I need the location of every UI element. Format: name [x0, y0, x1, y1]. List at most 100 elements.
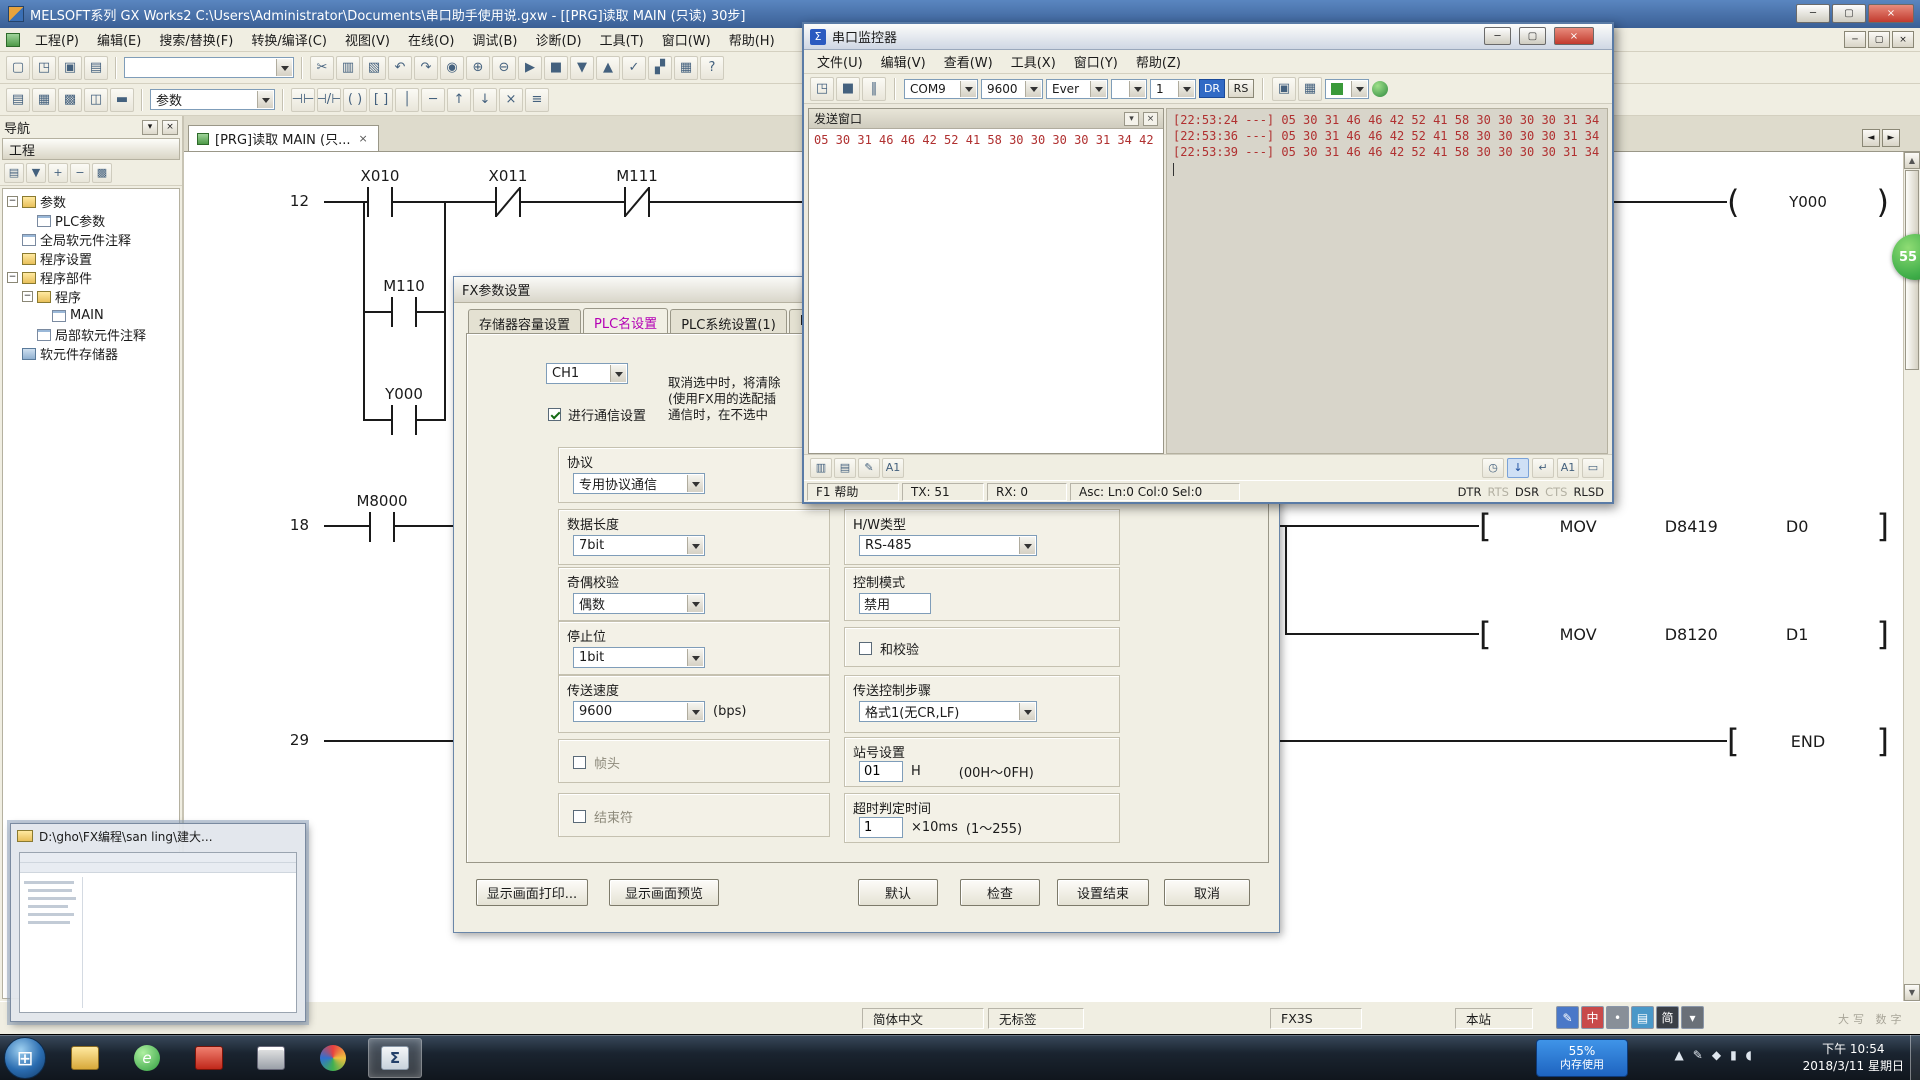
window-list-icon[interactable]: ▦ — [674, 56, 698, 80]
contact-x010[interactable]: X010 — [367, 187, 393, 217]
menu-item[interactable]: 帮助(H) — [720, 27, 784, 52]
coil-icon[interactable]: ( ) — [343, 88, 367, 112]
chevron-down-icon[interactable] — [276, 59, 292, 76]
baud-combo[interactable]: 9600 — [981, 79, 1043, 99]
monitor-stop-icon[interactable]: ■ — [544, 56, 568, 80]
tree-item-program-setting[interactable]: 程序设置 — [3, 249, 179, 268]
communication-setting-checkbox[interactable] — [548, 408, 561, 421]
close-tab-icon[interactable]: × — [357, 132, 370, 145]
serial-menu-item[interactable]: 文件(U) — [808, 49, 872, 74]
rs-toggle-button[interactable]: RS — [1228, 79, 1254, 98]
mdi-restore-button[interactable]: ▢ — [1868, 31, 1890, 48]
channel-combo[interactable]: CH1 — [546, 363, 628, 384]
chevron-down-icon[interactable] — [1178, 81, 1194, 97]
serial-menu-item[interactable]: 查看(W) — [935, 49, 1002, 74]
menu-item[interactable]: 调试(B) — [463, 27, 526, 52]
cut-icon[interactable]: ✂ — [310, 56, 334, 80]
copy-icon[interactable]: ▥ — [336, 56, 360, 80]
finish-setting-button[interactable]: 设置结束 — [1057, 879, 1149, 906]
nav-options-icon[interactable]: ▩ — [92, 163, 112, 183]
volume-tray-icon[interactable]: ◖ — [1746, 1048, 1752, 1062]
ime-mode-icon[interactable]: • — [1606, 1006, 1629, 1029]
check-button[interactable]: 检查 — [960, 879, 1040, 906]
print-screen-button[interactable]: 显示画面打印... — [476, 879, 588, 906]
application-instruction-icon[interactable]: [ ] — [369, 88, 393, 112]
collapse-icon[interactable]: − — [7, 272, 18, 283]
timestamp-icon[interactable]: ◷ — [1482, 458, 1504, 478]
instruction-mov-d8419[interactable]: [ MOV D8419 D0 ] — [1479, 509, 1889, 543]
pen-tray-icon[interactable]: ✎ — [1693, 1048, 1703, 1062]
contact-m110[interactable]: M110 — [391, 297, 417, 327]
watch-window-icon[interactable]: ▩ — [58, 88, 82, 112]
pin-icon[interactable]: ▾ — [142, 120, 158, 135]
closed-contact-icon[interactable]: ⊣/⊢ — [317, 88, 341, 112]
serial-menu-item[interactable]: 编辑(V) — [872, 49, 935, 74]
chevron-down-icon[interactable] — [257, 91, 273, 108]
ime-keyboard-icon[interactable]: ▤ — [1631, 1006, 1654, 1029]
hidden-icons-button[interactable]: ▲ — [1675, 1048, 1684, 1062]
preview-thumbnail[interactable] — [19, 852, 297, 1013]
menu-item[interactable]: 诊断(D) — [526, 27, 590, 52]
tree-item-program[interactable]: − 程序 — [3, 287, 179, 306]
ime-simplified-icon[interactable]: 简 — [1656, 1006, 1679, 1029]
receive-area[interactable]: [22:53:24 ---] 05 30 31 46 46 42 52 41 5… — [1166, 108, 1608, 454]
contact-y000[interactable]: Y000 — [391, 405, 417, 435]
zoom-in-icon[interactable]: ⊕ — [466, 56, 490, 80]
tab-scroll-right-icon[interactable]: ► — [1882, 129, 1900, 147]
mdi-minimize-button[interactable]: ─ — [1844, 31, 1866, 48]
save-project-icon[interactable]: ▣ — [58, 56, 82, 80]
paste-icon[interactable]: ▧ — [362, 56, 386, 80]
serial-menu-item[interactable]: 工具(X) — [1002, 49, 1065, 74]
scroll-up-icon[interactable]: ▲ — [1904, 152, 1920, 169]
count-combo[interactable]: 1 — [1150, 79, 1196, 99]
redo-icon[interactable]: ↷ — [414, 56, 438, 80]
chevron-down-icon[interactable] — [610, 365, 626, 382]
chevron-down-icon[interactable] — [687, 475, 703, 492]
ime-pen-icon[interactable]: ✎ — [1556, 1006, 1579, 1029]
chevron-down-icon[interactable] — [687, 649, 703, 666]
open-project-icon[interactable]: ◳ — [32, 56, 56, 80]
undo-icon[interactable]: ↶ — [388, 56, 412, 80]
statement-icon[interactable]: ≡ — [525, 88, 549, 112]
menu-item[interactable]: 在线(O) — [399, 27, 463, 52]
menu-item[interactable]: 视图(V) — [336, 27, 399, 52]
serial-minimize-button[interactable]: ─ — [1484, 27, 1511, 45]
help-icon[interactable]: ? — [700, 56, 724, 80]
tree-item-pou[interactable]: − 程序部件 — [3, 268, 179, 287]
safety-tray-icon[interactable]: ◆ — [1712, 1048, 1721, 1062]
write-plc-icon[interactable]: ▲ — [596, 56, 620, 80]
menu-item[interactable]: 搜索/替换(F) — [150, 27, 242, 52]
menu-item[interactable]: 转换/编译(C) — [242, 27, 336, 52]
rising-pulse-icon[interactable]: ↑ — [447, 88, 471, 112]
vertical-line-icon[interactable]: │ — [395, 88, 419, 112]
browser-app-button[interactable]: e — [120, 1038, 174, 1078]
color-combo[interactable] — [1325, 79, 1369, 99]
start-button[interactable]: ⊞ — [4, 1037, 46, 1079]
chevron-down-icon[interactable] — [1129, 81, 1145, 97]
nav-collapse-all-icon[interactable]: − — [70, 163, 90, 183]
project-view-icon[interactable]: ▤ — [6, 88, 30, 112]
data-length-combo[interactable]: 7bit — [573, 535, 705, 556]
mdi-close-button[interactable]: × — [1892, 31, 1914, 48]
station-input[interactable] — [859, 761, 903, 782]
header-checkbox[interactable] — [573, 756, 586, 769]
show-desktop-button[interactable] — [1910, 1035, 1920, 1080]
pause-icon[interactable]: ‖ — [862, 77, 886, 101]
terminator-checkbox[interactable] — [573, 810, 586, 823]
baud-rate-combo[interactable]: 9600 — [573, 701, 705, 722]
encoding-icon[interactable]: A1 — [1557, 458, 1579, 478]
scroll-down-icon[interactable]: ▼ — [1904, 984, 1920, 1001]
target-combo[interactable]: 参数 — [150, 89, 275, 110]
horizontal-line-icon[interactable]: ─ — [421, 88, 445, 112]
coil-y000[interactable]: ( Y000 ) — [1727, 185, 1889, 219]
project-combo[interactable] — [124, 57, 294, 78]
chevron-down-icon[interactable] — [1090, 81, 1106, 97]
docking-icon[interactable]: ▬ — [110, 88, 134, 112]
edit-mode-icon[interactable]: ✎ — [858, 458, 880, 478]
falling-pulse-icon[interactable]: ↓ — [473, 88, 497, 112]
serial-monitor-app-button[interactable]: Σ — [368, 1038, 422, 1078]
read-plc-icon[interactable]: ▼ — [570, 56, 594, 80]
network-tray-icon[interactable]: ▮ — [1730, 1048, 1737, 1062]
zoom-out-icon[interactable]: ⊖ — [492, 56, 516, 80]
nav-expand-all-icon[interactable]: + — [48, 163, 68, 183]
